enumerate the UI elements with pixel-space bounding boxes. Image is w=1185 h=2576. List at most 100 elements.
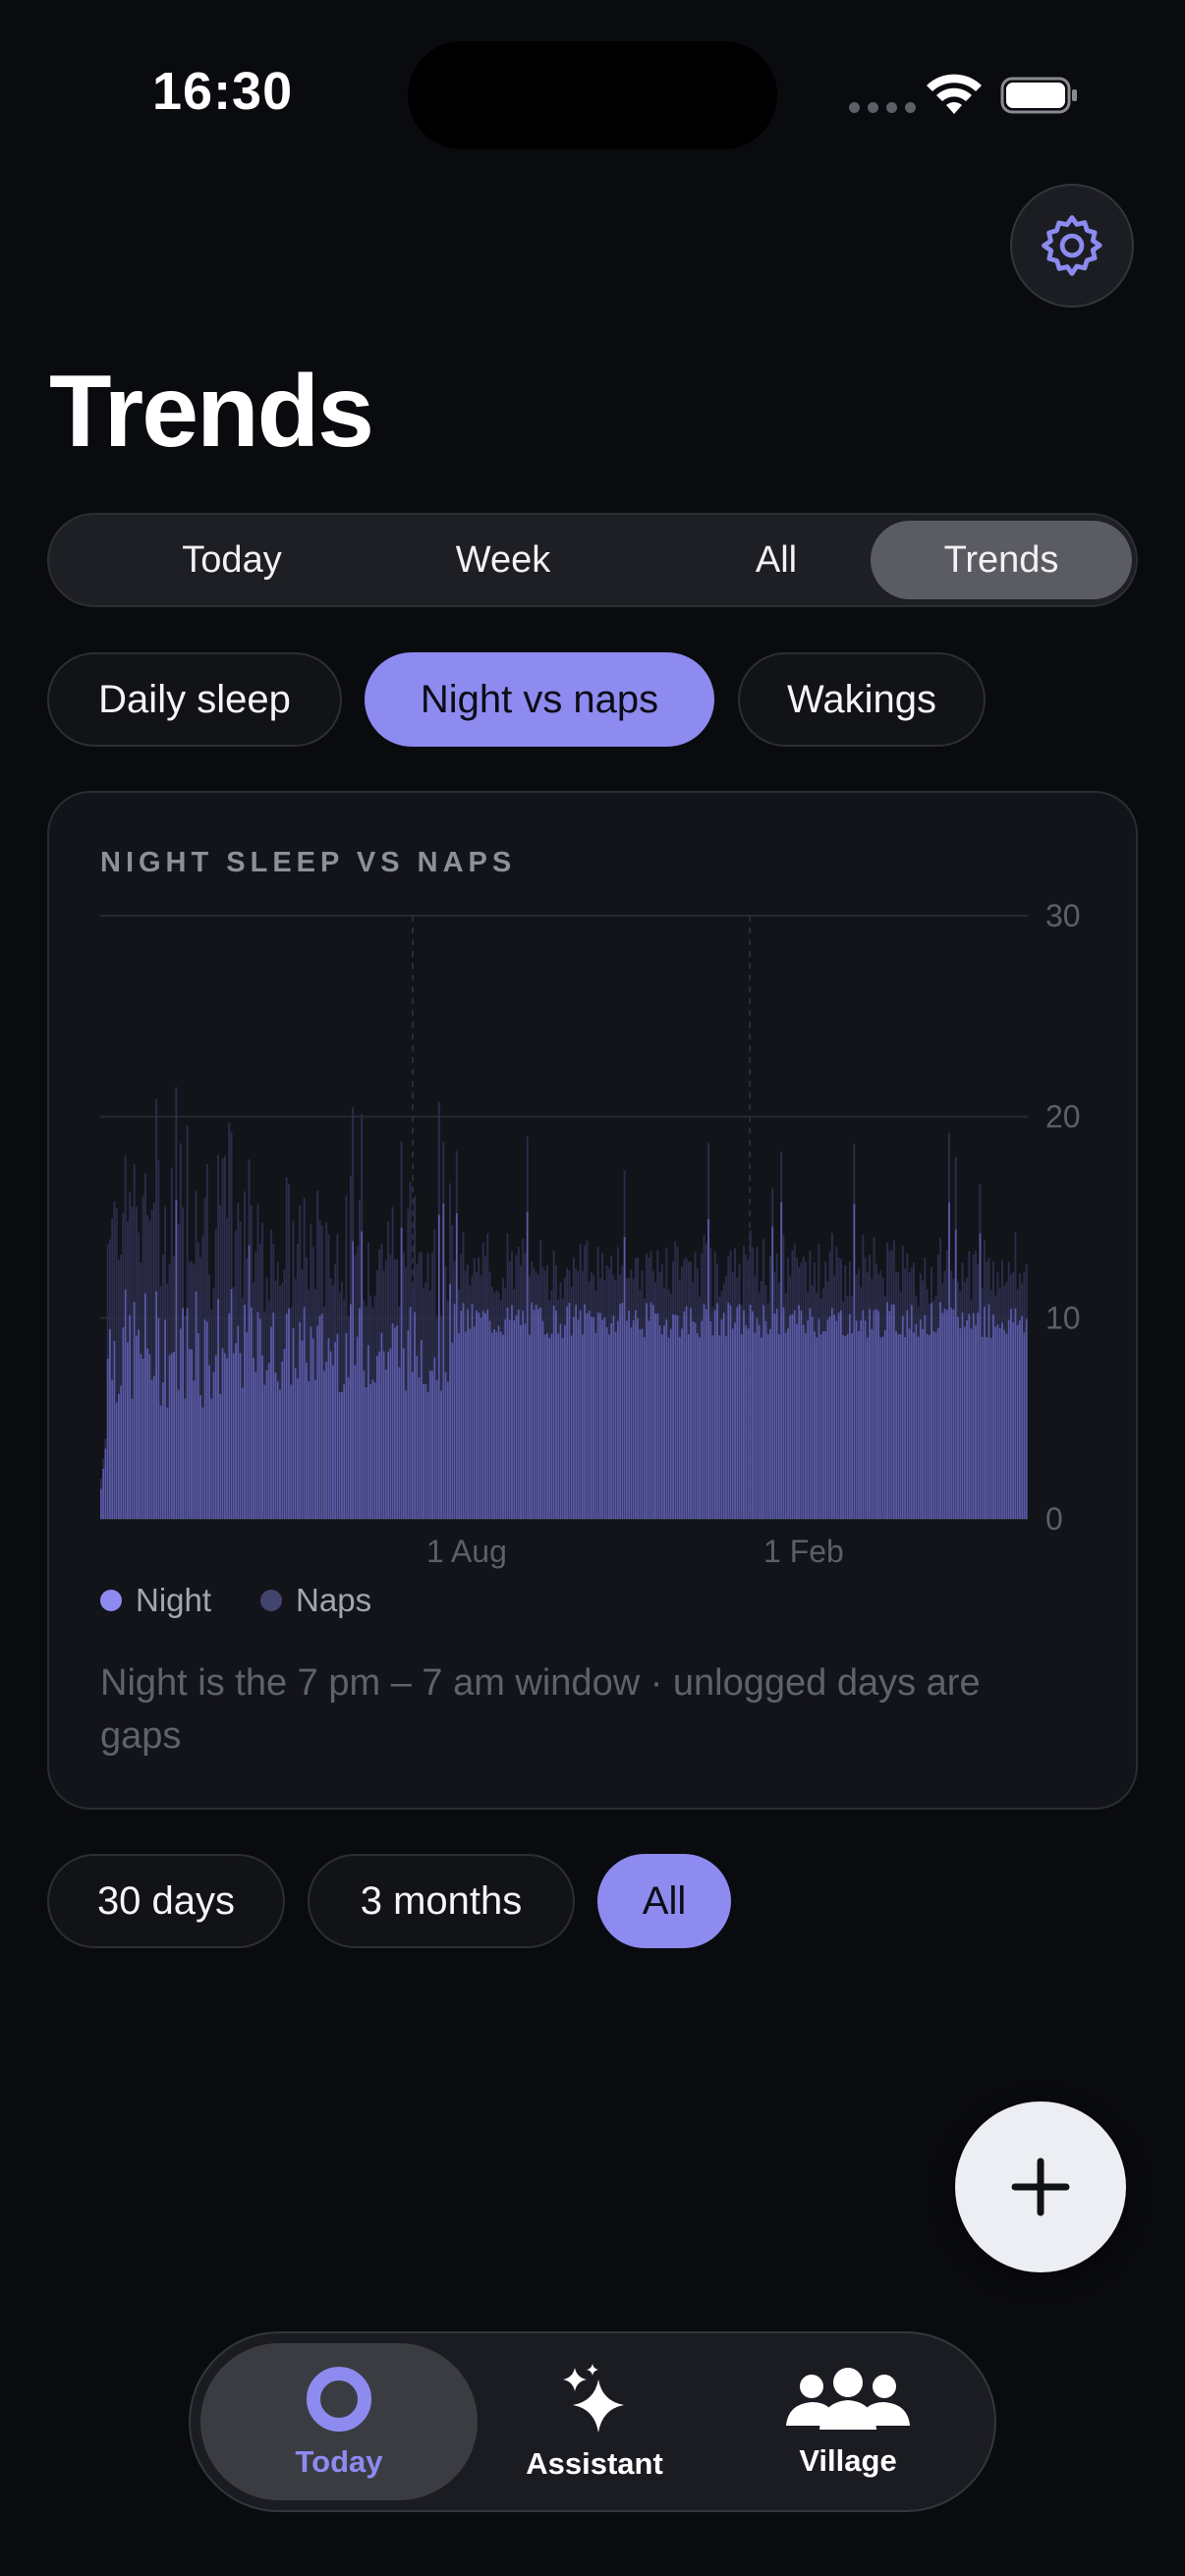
nap-bar — [738, 1263, 741, 1305]
night-bar — [890, 1304, 893, 1519]
night-bar — [628, 1310, 631, 1519]
nap-bar — [694, 1252, 697, 1323]
nap-bar — [1019, 1272, 1021, 1320]
nap-bar — [467, 1264, 469, 1310]
nap-bar — [217, 1154, 219, 1300]
nap-bar — [936, 1254, 939, 1328]
night-bar — [460, 1310, 463, 1519]
nap-bar — [707, 1143, 709, 1219]
nap-bar — [826, 1281, 829, 1319]
nap-bar — [839, 1259, 842, 1311]
nap-bar — [184, 1315, 187, 1399]
night-bar — [660, 1334, 663, 1519]
nap-bar — [272, 1244, 275, 1313]
night-bar — [100, 1488, 102, 1519]
night-bar — [681, 1328, 683, 1519]
night-vs-naps-chart: 30 20 10 0 1 Aug 1 Feb — [100, 898, 1081, 1569]
night-bar — [989, 1337, 992, 1519]
night-bar — [520, 1324, 522, 1519]
add-entry-button[interactable] — [955, 2101, 1126, 2272]
night-bar — [358, 1308, 361, 1519]
night-bar — [828, 1316, 831, 1519]
night-bar — [855, 1320, 858, 1519]
nap-bar — [424, 1281, 427, 1384]
night-bar — [961, 1312, 964, 1519]
night-bar — [607, 1334, 610, 1519]
nap-bar — [731, 1271, 734, 1329]
nap-bar — [336, 1233, 339, 1334]
nap-bar — [809, 1251, 812, 1309]
nap-bar — [349, 1175, 352, 1305]
night-bar — [511, 1305, 513, 1519]
night-bar — [219, 1393, 222, 1519]
night-bar — [572, 1316, 575, 1519]
nap-bar — [288, 1183, 290, 1309]
night-bar — [106, 1358, 109, 1519]
range-30-days[interactable]: 30 days — [47, 1854, 285, 1948]
nap-bar — [108, 1239, 111, 1329]
nap-bar — [584, 1245, 587, 1305]
night-bar — [420, 1339, 423, 1519]
night-bar — [177, 1389, 180, 1519]
nap-bar — [1016, 1288, 1019, 1325]
night-bar — [584, 1304, 587, 1519]
x-tick-label: 1 Aug — [426, 1534, 507, 1569]
tab-village[interactable]: Village — [709, 2343, 987, 2500]
nap-bar — [329, 1278, 332, 1352]
nap-bar — [890, 1250, 893, 1305]
tab-assistant[interactable]: Assistant — [456, 2343, 733, 2500]
night-bar — [423, 1383, 424, 1519]
plus-icon — [1011, 2157, 1070, 2216]
nap-bar — [267, 1300, 270, 1364]
nap-bar — [356, 1246, 359, 1337]
night-bar — [761, 1337, 762, 1519]
nap-bar — [720, 1290, 723, 1320]
night-bar — [934, 1332, 937, 1519]
nap-bar — [798, 1267, 801, 1306]
nap-bar — [308, 1289, 310, 1381]
nap-bar — [950, 1270, 953, 1309]
night-bar — [499, 1331, 502, 1519]
nap-bar — [453, 1260, 456, 1304]
night-bar — [113, 1340, 116, 1519]
nap-bar — [961, 1262, 964, 1313]
night-bar — [857, 1330, 860, 1519]
nap-bar — [835, 1247, 838, 1321]
night-bar — [146, 1348, 149, 1519]
nap-bar — [754, 1276, 757, 1333]
night-bar — [793, 1310, 796, 1519]
range-3-months[interactable]: 3 months — [308, 1854, 575, 1948]
nap-bar — [800, 1262, 803, 1311]
night-bar — [543, 1334, 546, 1519]
nap-bar — [1007, 1261, 1010, 1320]
nap-bar — [722, 1283, 725, 1314]
legend-swatch-night — [100, 1590, 122, 1611]
night-bar — [199, 1395, 201, 1519]
night-bar — [862, 1310, 865, 1519]
nap-bar — [752, 1247, 754, 1312]
night-bar — [272, 1312, 275, 1519]
nap-bar — [975, 1250, 977, 1325]
nap-bar — [539, 1240, 542, 1308]
nap-bar — [407, 1207, 410, 1330]
nap-bar — [740, 1305, 743, 1334]
tab-today[interactable]: Today — [200, 2343, 478, 2500]
night-bar — [605, 1327, 608, 1519]
night-bar — [577, 1319, 580, 1519]
night-bar — [699, 1337, 701, 1519]
night-bar — [919, 1318, 922, 1519]
nap-bar — [297, 1243, 299, 1378]
night-bar — [541, 1320, 544, 1519]
night-bar — [596, 1312, 599, 1519]
night-bar — [226, 1358, 228, 1519]
night-bar — [926, 1333, 929, 1519]
nap-bar — [954, 1156, 957, 1230]
night-bar — [306, 1362, 308, 1519]
night-bar — [529, 1334, 531, 1519]
night-bar — [959, 1327, 962, 1519]
nap-bar — [966, 1277, 968, 1320]
range-all[interactable]: All — [597, 1854, 731, 1948]
night-bar — [881, 1336, 884, 1519]
night-bar — [873, 1310, 875, 1519]
night-bar — [471, 1303, 474, 1519]
